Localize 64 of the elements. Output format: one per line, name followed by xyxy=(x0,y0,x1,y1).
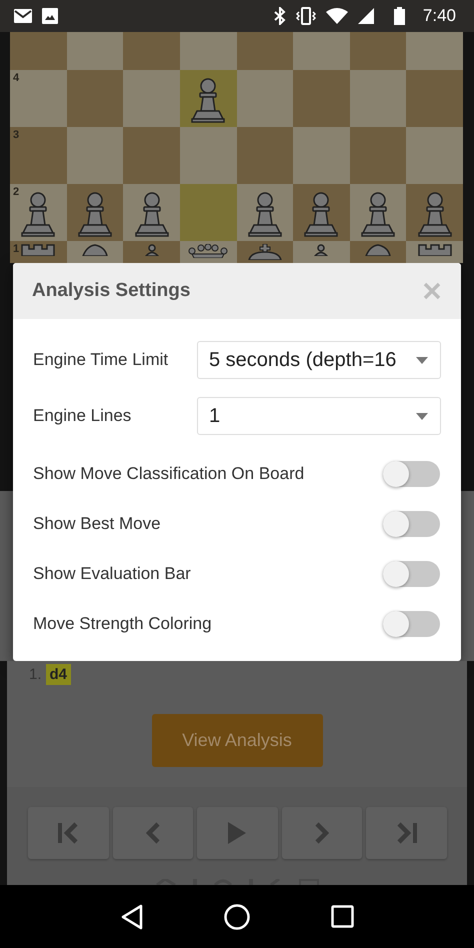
board-square[interactable]: 4 xyxy=(10,70,67,127)
rook-icon[interactable] xyxy=(20,244,56,256)
setting-label: Engine Lines xyxy=(33,406,132,426)
toggle-switch[interactable] xyxy=(383,511,440,537)
setting-label: Move Strength Coloring xyxy=(33,614,212,634)
signal-icon xyxy=(358,8,374,24)
mail-icon xyxy=(14,9,32,23)
setting-label: Show Move Classification On Board xyxy=(33,464,304,484)
rank-label: 1 xyxy=(13,243,20,255)
skip-forward-icon xyxy=(396,821,418,845)
move-notation[interactable]: d4 xyxy=(46,664,72,684)
vibrate-icon xyxy=(296,7,316,25)
setting-label: Engine Time Limit xyxy=(33,350,168,370)
dropdown-field[interactable]: 1 xyxy=(197,397,441,435)
board-square[interactable] xyxy=(293,241,350,263)
image-icon xyxy=(42,8,58,24)
chevron-right-icon xyxy=(315,821,330,845)
rank-label: 2 xyxy=(13,186,20,198)
board-square[interactable] xyxy=(406,241,463,263)
board-square[interactable]: 1 xyxy=(10,241,67,263)
chevron-left-icon xyxy=(146,821,160,845)
toggle-switch[interactable] xyxy=(383,561,440,587)
play-icon xyxy=(227,821,248,845)
board-square[interactable] xyxy=(123,241,180,263)
board-square[interactable] xyxy=(406,184,463,241)
rank-label: 4 xyxy=(13,72,20,84)
home-icon[interactable] xyxy=(224,904,250,930)
rank-label: 3 xyxy=(13,129,20,141)
queen-icon[interactable] xyxy=(186,244,230,258)
board-square[interactable] xyxy=(293,184,350,241)
rook-icon[interactable] xyxy=(416,244,453,256)
board-square[interactable] xyxy=(236,241,294,263)
clock-time: 7:40 xyxy=(422,6,456,26)
view-analysis-button[interactable]: View Analysis xyxy=(152,714,322,767)
first-move-button[interactable] xyxy=(28,807,109,859)
board-square[interactable] xyxy=(180,241,236,263)
board-square[interactable] xyxy=(350,184,406,241)
recents-icon[interactable] xyxy=(330,905,354,928)
battery-icon xyxy=(394,7,405,25)
dialog-title: Analysis Settings xyxy=(32,280,190,302)
wifi-icon xyxy=(326,8,348,24)
board-square[interactable] xyxy=(66,241,124,263)
caret-icon xyxy=(416,356,428,364)
back-icon[interactable] xyxy=(120,904,142,930)
board-square[interactable] xyxy=(66,184,124,241)
board-square[interactable] xyxy=(123,184,180,241)
setting-label: Show Best Move xyxy=(33,514,161,534)
caret-icon xyxy=(416,412,428,420)
setting-label: Show Evaluation Bar xyxy=(33,564,191,584)
play-button[interactable] xyxy=(197,807,278,859)
close-icon[interactable] xyxy=(423,282,441,300)
board-square[interactable] xyxy=(350,241,406,263)
board-square[interactable]: 3 xyxy=(10,127,67,184)
board-square[interactable] xyxy=(236,184,294,241)
board-square[interactable]: 2 xyxy=(10,184,67,241)
last-move-button[interactable] xyxy=(366,807,447,859)
board-square[interactable] xyxy=(180,70,236,127)
dropdown-field[interactable]: 5 seconds (depth=16 xyxy=(197,341,441,379)
toggle-switch[interactable] xyxy=(383,461,440,487)
toggle-switch[interactable] xyxy=(383,611,440,637)
bluetooth-icon xyxy=(274,7,286,25)
previous-move-button[interactable] xyxy=(112,807,194,859)
next-move-button[interactable] xyxy=(282,807,362,859)
skip-back-icon xyxy=(57,821,80,845)
